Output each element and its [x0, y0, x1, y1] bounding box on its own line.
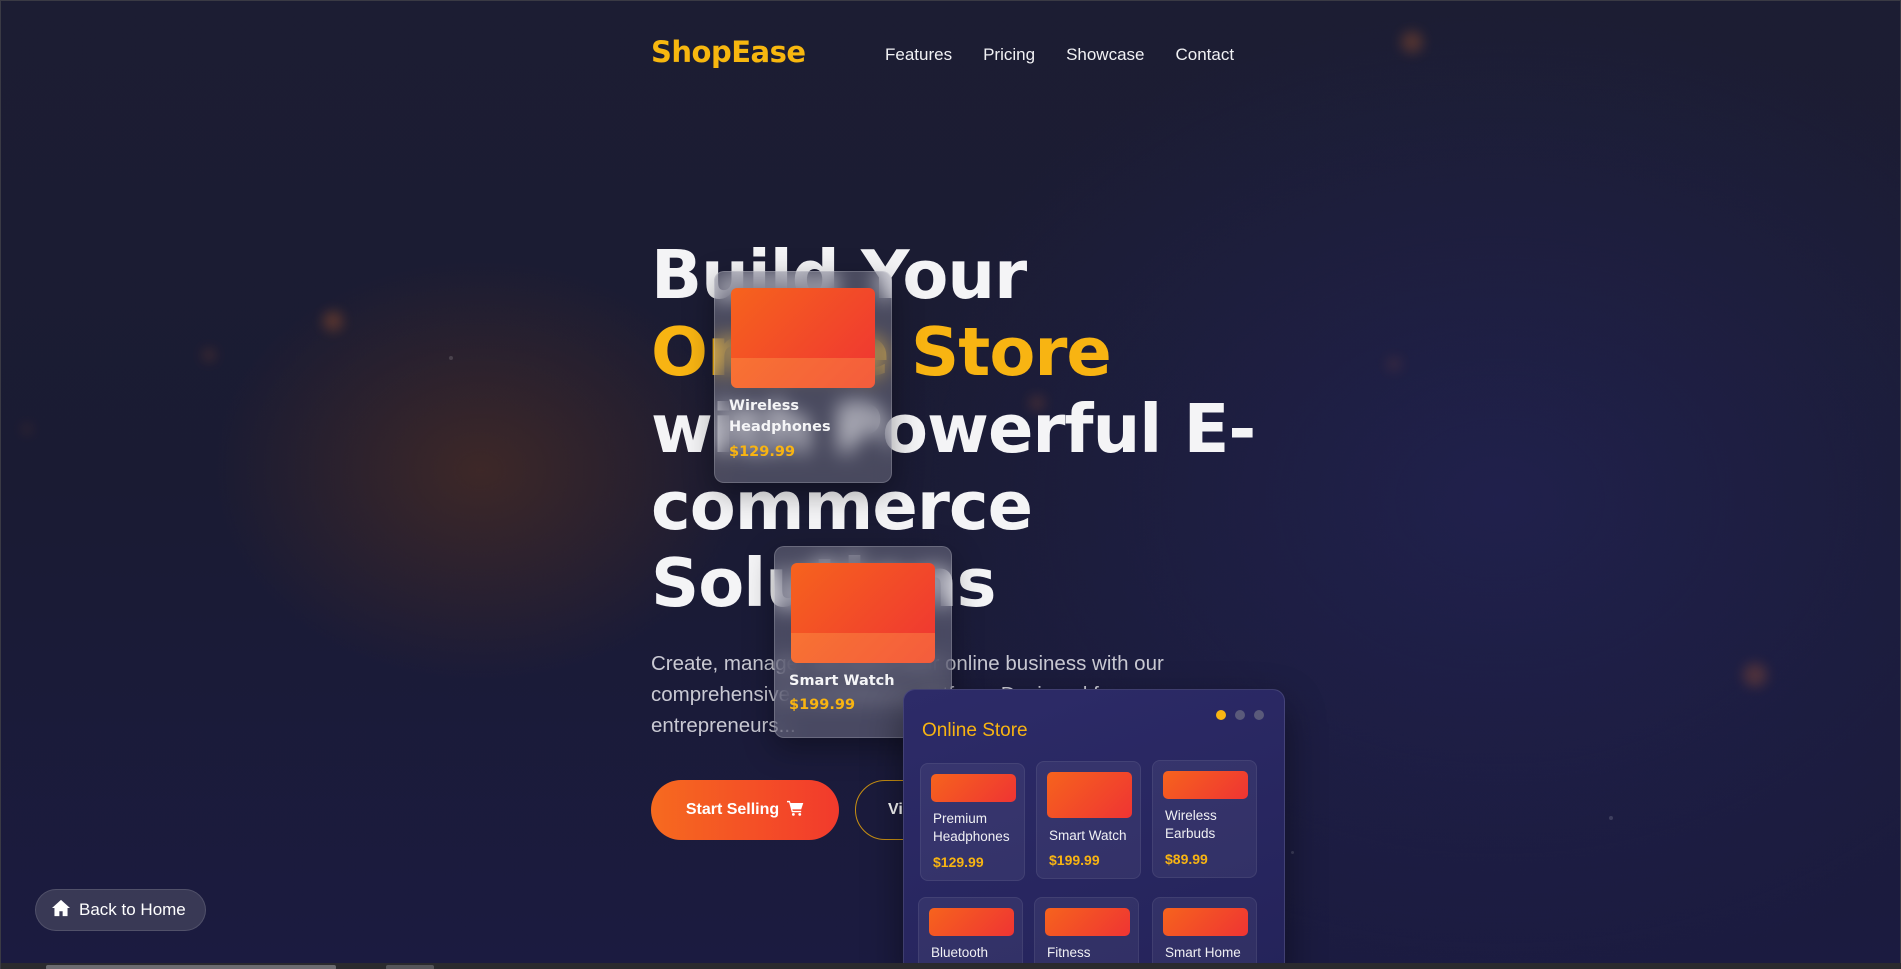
main-nav: Features Pricing Showcase Contact — [885, 45, 1265, 65]
carousel-dot[interactable] — [1235, 710, 1245, 720]
nav-contact[interactable]: Contact — [1176, 45, 1235, 65]
store-mockup: Online Store Premium Headphones $129.99 … — [903, 689, 1285, 969]
product-image — [931, 774, 1016, 802]
decorative-glow — [203, 349, 215, 361]
home-icon — [51, 899, 71, 922]
scrollbar-thumb-secondary[interactable] — [386, 965, 434, 969]
carousel-dots — [1216, 710, 1264, 720]
nav-features[interactable]: Features — [885, 45, 952, 65]
back-to-home-label: Back to Home — [79, 900, 186, 919]
brand-logo[interactable]: ShopEase — [651, 35, 806, 69]
store-product-tile[interactable]: Fitness — [1034, 897, 1139, 969]
product-name: Fitness — [1047, 945, 1091, 960]
decorative-glow — [1401, 31, 1423, 53]
shopping-cart-icon — [787, 800, 804, 821]
product-price: $199.99 — [1049, 852, 1100, 868]
start-selling-label: Start Selling — [685, 801, 780, 818]
product-name: Wireless Earbuds — [1165, 808, 1217, 841]
back-to-home-button[interactable]: Back to Home — [35, 889, 206, 931]
product-image — [1163, 908, 1248, 936]
product-price: $129.99 — [933, 854, 984, 870]
scrollbar-thumb[interactable] — [46, 965, 336, 969]
decorative-glow — [323, 311, 343, 331]
product-name: Smart Home — [1165, 945, 1241, 960]
decorative-glow — [1743, 663, 1767, 687]
decorative-dot — [449, 356, 453, 360]
product-name: Wireless Headphones — [729, 398, 831, 435]
store-product-tile[interactable]: Wireless Earbuds $89.99 — [1152, 760, 1257, 878]
decorative-dot — [1291, 851, 1294, 854]
product-image — [929, 908, 1014, 936]
product-image — [1047, 772, 1132, 818]
store-product-tile[interactable]: Smart Watch $199.99 — [1036, 761, 1141, 879]
decorative-glow — [23, 425, 31, 433]
product-image — [1045, 908, 1130, 936]
product-price: $129.99 — [729, 444, 796, 460]
product-image — [731, 288, 875, 388]
product-name: Smart Watch — [1049, 828, 1127, 843]
decorative-glow — [1387, 357, 1401, 371]
decorative-dot — [1609, 816, 1613, 820]
floating-product-card[interactable]: Wireless Headphones $129.99 — [714, 271, 892, 483]
carousel-dot[interactable] — [1254, 710, 1264, 720]
product-price: $199.99 — [789, 697, 856, 713]
product-price: $89.99 — [1165, 851, 1208, 867]
store-title: Online Store — [922, 720, 1028, 741]
carousel-dot-active[interactable] — [1216, 710, 1226, 720]
product-image — [1163, 771, 1248, 799]
product-image — [791, 563, 935, 663]
store-product-tile[interactable]: Premium Headphones $129.99 — [920, 763, 1025, 881]
start-selling-button[interactable]: Start Selling — [651, 780, 839, 840]
store-product-tile[interactable]: Bluetooth Speaker — [918, 897, 1023, 969]
nav-showcase[interactable]: Showcase — [1066, 45, 1144, 65]
store-product-tile[interactable]: Smart Home — [1152, 897, 1257, 969]
nav-pricing[interactable]: Pricing — [983, 45, 1035, 65]
product-name: Premium Headphones — [933, 811, 1010, 844]
